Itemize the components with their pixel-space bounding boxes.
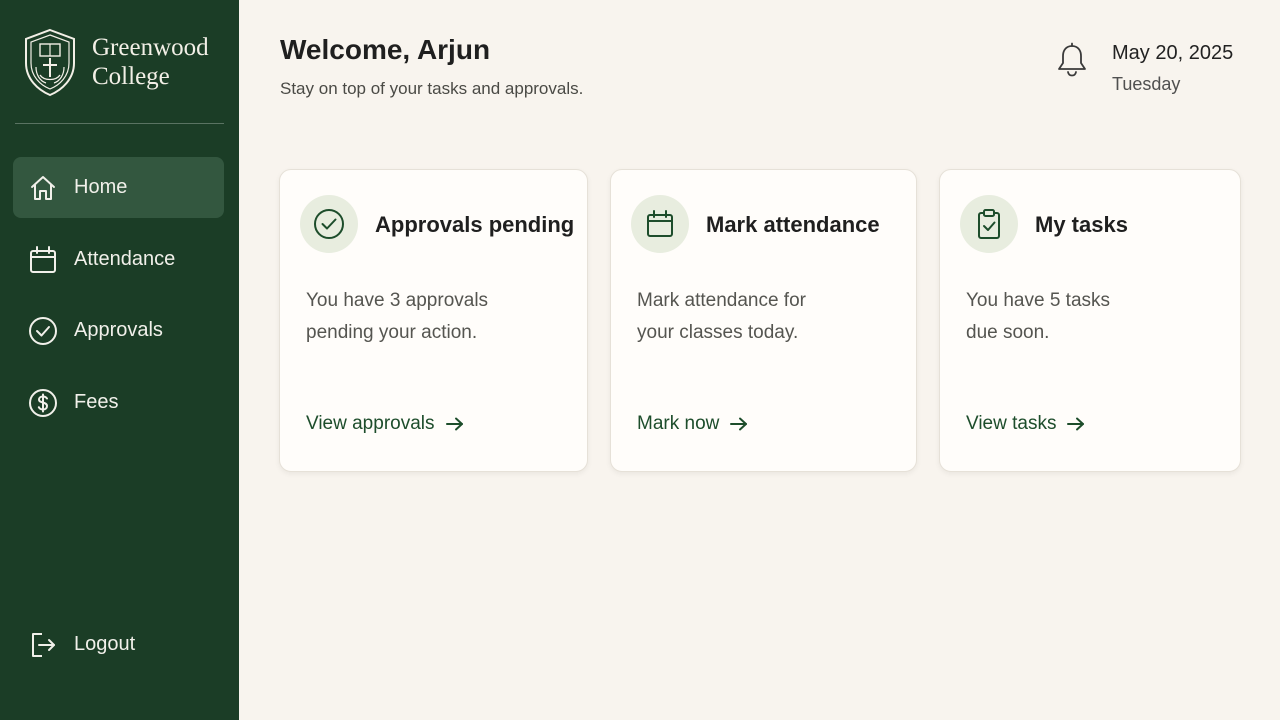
card-title: Approvals pending — [375, 212, 575, 237]
card-description-line: Mark attendance for — [637, 290, 806, 311]
mark-now-link[interactable]: Mark now — [637, 413, 749, 435]
home-icon — [28, 173, 58, 203]
calendar-icon — [647, 210, 673, 237]
card-description: You have 3 approvals pending your action… — [306, 285, 546, 349]
link-label: Mark now — [637, 413, 720, 434]
link-label: View tasks — [966, 413, 1057, 434]
bell-icon[interactable] — [1055, 42, 1089, 78]
arrow-right-icon — [445, 417, 463, 431]
brand[interactable]: Greenwood College — [22, 26, 222, 98]
current-date: May 20, 2025 — [1112, 42, 1234, 64]
college-crest-icon — [25, 28, 75, 97]
card-icon-badge — [300, 195, 358, 253]
sidebar: Greenwood College Home Attendance Approv… — [0, 0, 239, 720]
page-title: Welcome, Arjun — [280, 34, 491, 65]
sidebar-item-label: Approvals — [74, 319, 163, 341]
link-label: View approvals — [306, 413, 435, 434]
sidebar-item-approvals[interactable]: Approvals — [13, 300, 224, 361]
calendar-icon — [28, 245, 58, 275]
card-description-line: your classes today. — [637, 322, 799, 343]
card-icon-badge — [960, 195, 1018, 253]
arrow-right-icon — [730, 417, 748, 431]
check-circle-icon — [28, 316, 58, 346]
view-tasks-link[interactable]: View tasks — [966, 413, 1086, 435]
sidebar-item-label: Attendance — [74, 248, 176, 270]
card-description: You have 5 tasks due soon. — [966, 285, 1206, 349]
card-description-line: You have 5 tasks — [966, 290, 1111, 311]
card-description-line: You have 3 approvals — [306, 290, 489, 311]
brand-name-line2: College — [92, 63, 170, 90]
card-description-line: pending your action. — [306, 322, 478, 343]
sidebar-item-label: Home — [74, 176, 128, 198]
logout-label: Logout — [74, 633, 136, 655]
card-description-line: due soon. — [966, 322, 1050, 343]
sidebar-item-fees[interactable]: Fees — [13, 372, 224, 433]
logout-button[interactable]: Logout — [13, 614, 224, 675]
arrow-right-icon — [1067, 417, 1085, 431]
view-approvals-link[interactable]: View approvals — [306, 413, 465, 435]
dollar-circle-icon — [28, 388, 58, 418]
sidebar-divider — [15, 123, 224, 124]
check-circle-icon — [314, 209, 344, 239]
page-subtitle: Stay on top of your tasks and approvals. — [280, 79, 584, 98]
attendance-card: Mark attendance Mark attendance for your… — [610, 169, 917, 472]
approvals-card: Approvals pending You have 3 approvals p… — [279, 169, 588, 472]
sidebar-item-label: Fees — [74, 391, 119, 413]
card-description: Mark attendance for your classes today. — [637, 285, 877, 349]
card-title: Mark attendance — [706, 212, 880, 237]
current-day: Tuesday — [1112, 74, 1181, 94]
sidebar-item-home[interactable]: Home — [13, 157, 224, 218]
clipboard-check-icon — [978, 209, 1000, 239]
tasks-card: My tasks You have 5 tasks due soon. View… — [939, 169, 1241, 472]
sidebar-item-attendance[interactable]: Attendance — [13, 229, 224, 290]
logout-icon — [28, 630, 58, 660]
card-title: My tasks — [1035, 212, 1128, 237]
brand-name-line1: Greenwood — [92, 34, 209, 61]
card-icon-badge — [631, 195, 689, 253]
brand-name: Greenwood College — [92, 33, 209, 91]
